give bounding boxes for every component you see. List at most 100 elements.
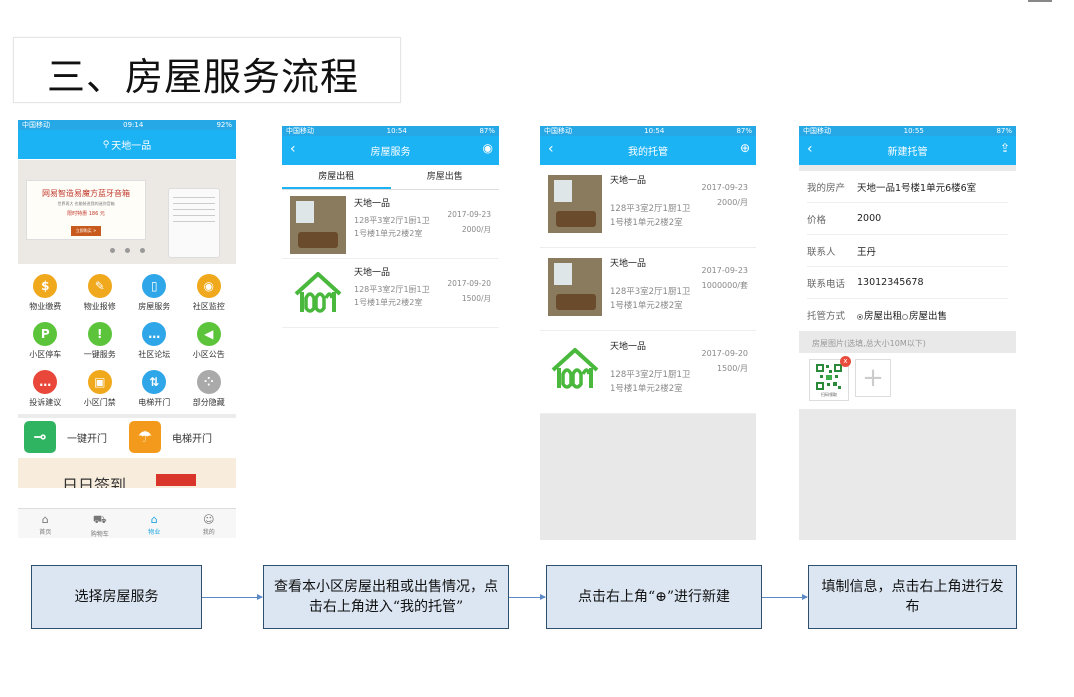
carrier: 中国移动 — [286, 127, 314, 135]
grid-item-label: 社区论坛 — [138, 350, 171, 359]
grid-item[interactable]: … 社区论坛 — [127, 322, 182, 360]
grid-item[interactable]: ✎ 物业报修 — [73, 274, 128, 312]
status-bar: 中国移动 10:55 87% — [799, 126, 1016, 136]
form-row: 我的房产 天地一品1号楼1单元6楼6室 — [807, 171, 1008, 203]
listing-list: 天地一品 128平3室2厅1厨1卫 1号楼1单元2楼2室 2017-09-23 2000… — [282, 190, 499, 328]
camera-icon: ◉ — [196, 274, 221, 298]
checkin-promo[interactable]: 日日签到 — [18, 458, 236, 488]
rent-sale-tabs: 房屋出租 房屋出售 — [282, 165, 499, 190]
ad-buy-button[interactable]: 立即购买 > — [70, 226, 102, 236]
qr-code-icon — [815, 362, 843, 391]
listing-price: 2000/月 — [461, 225, 491, 234]
hosting-form: 我的房产 天地一品1号楼1单元6楼6室 价格 2000 联系人 王丹 联系电话 1301234… — [799, 171, 1016, 331]
house-logo-icon — [551, 348, 599, 389]
nav-title: 我的托管 — [628, 147, 668, 158]
radio-label[interactable]: 房屋出售 — [909, 311, 947, 322]
nav-title: 房屋服务 — [370, 147, 411, 158]
location-pin-icon: ⚲ — [102, 139, 110, 150]
listing-info: 天地一品 128平3室2厅1厨1卫 1号楼1单元2楼2室 2017-09-23 2000… — [354, 196, 491, 258]
user-icon: ☺ — [203, 513, 215, 526]
grid-item[interactable]: P 小区停车 — [18, 322, 73, 360]
radio-button[interactable] — [857, 313, 863, 320]
back-chevron-icon[interactable]: ‹ — [290, 141, 296, 157]
ad-banner[interactable]: 网易智造易魔方蓝牙音箱 世界再大 也能装进我的迷你音箱 限时特惠 186 元 立… — [18, 160, 236, 264]
listing-price: 1500/月 — [461, 294, 491, 303]
listing-item[interactable]: 天地一品 128平3室2厅1厨1卫 1号楼1单元2楼2室 2017-09-20 1500… — [282, 259, 499, 328]
grid-item[interactable]: ◉ 社区监控 — [182, 274, 237, 312]
nav-bar: ‹ 房屋服务 ◉ — [282, 136, 499, 165]
field-label: 我的房产 — [807, 182, 846, 194]
back-chevron-icon[interactable]: ‹ — [807, 141, 813, 157]
phone-new-hosting: 中国移动 10:55 87% ‹ 新建托管 ⇪ 我的房产 天地一品1号楼1单元6楼… — [799, 126, 1016, 540]
location-bar[interactable]: ⚲ 天地一品 — [18, 130, 236, 159]
tab-property[interactable]: ⌂ 物业 — [127, 509, 182, 538]
listing-item[interactable]: 天地一品 128平3室2厅1厨1卫 1号楼1单元2楼2室 2017-09-23 1000… — [540, 248, 756, 331]
grid-item[interactable]: ▯ 房屋服务 — [127, 274, 182, 312]
listing-item[interactable]: 天地一品 128平3室2厅1厨1卫 1号楼1单元2楼2室 2017-09-23 2000… — [282, 190, 499, 259]
warning-icon: ! — [87, 322, 112, 346]
house-logo-icon — [294, 272, 342, 313]
field-value[interactable]: 2000 — [857, 213, 881, 224]
slide: 三、房屋服务流程 中国移动 09:14 92% ⚲ 天地一品 网易智造易魔方蓝牙… — [0, 0, 1074, 697]
listing-address: 1号楼1单元2楼2室 — [610, 218, 683, 228]
tab-rent[interactable]: 房屋出租 — [282, 165, 391, 189]
gate-icon: ▣ — [87, 370, 112, 394]
form-row: 价格 2000 — [807, 203, 1008, 235]
location-name: 天地一品 — [111, 141, 152, 152]
grid-item[interactable]: ! 一键服务 — [73, 322, 128, 360]
quick-action-label[interactable]: 一键开门 — [67, 430, 107, 445]
grid-item[interactable]: ▣ 小区门禁 — [73, 370, 128, 408]
photo-area: 扫码领取 x + — [799, 353, 1016, 409]
corner-decoration — [1028, 0, 1052, 2]
field-value[interactable]: 天地一品1号楼1单元6楼6室 — [857, 180, 976, 194]
listing-item[interactable]: 天地一品 128平3室2厅1厨1卫 1号楼1单元2楼2室 2017-09-23 2000… — [540, 165, 756, 248]
field-value[interactable]: 王丹 — [857, 244, 876, 258]
home-icon: ⌂ — [41, 513, 49, 526]
carousel-dots — [110, 248, 145, 253]
grid-item-label: 小区门禁 — [83, 398, 116, 407]
delete-image-icon[interactable]: x — [840, 356, 851, 367]
battery: 87% — [996, 127, 1012, 135]
tab-user[interactable]: ☺ 我的 — [182, 509, 237, 538]
tab-cart[interactable]: ⛟ 购物车 — [73, 509, 128, 538]
grid-item[interactable]: ◀ 小区公告 — [182, 322, 237, 360]
grid-item-label: 小区公告 — [192, 350, 225, 359]
profile-icon[interactable]: ◉ — [483, 141, 493, 155]
tab-label: 购物车 — [90, 531, 109, 538]
grid-item[interactable]: … 投诉建议 — [18, 370, 73, 408]
phone-my-hosting: 中国移动 10:54 87% ‹ 我的托管 ⊕ 天地一品 128平3室2厅1厨1卫… — [540, 126, 756, 540]
listing-info: 天地一品 128平3室2厅1厨1卫 1号楼1单元2楼2室 2017-09-20 1500… — [354, 265, 491, 327]
radio-label[interactable]: 房屋出租 — [864, 311, 902, 322]
grid-item-label: 小区停车 — [29, 350, 62, 359]
uploaded-qr-image[interactable]: 扫码领取 x — [809, 356, 851, 401]
parking-icon: P — [33, 322, 58, 346]
grid-item[interactable]: $ 物业缴费 — [18, 274, 73, 312]
umbrella-icon[interactable]: ☂ — [129, 421, 161, 453]
ad-subtitle: 世界再大 也能装进我的迷你音箱 — [57, 201, 115, 206]
quick-action-label[interactable]: 电梯开门 — [172, 430, 212, 445]
nav-title: 新建托管 — [887, 147, 928, 158]
qr-label: 扫码领取 — [821, 391, 837, 397]
service-grid: $ 物业缴费 ✎ 物业报修 ▯ 房屋服务 ◉ 社区监控 P 小区停车 ! 一键服务 … 社区论坛 ◀ 小区公告… — [18, 264, 236, 408]
slide-title: 三、房屋服务流程 — [47, 55, 360, 99]
radio-button[interactable] — [902, 313, 909, 320]
add-photo-button[interactable]: + — [855, 359, 891, 397]
status-bar: 中国移动 10:54 87% — [282, 126, 499, 136]
field-label: 价格 — [807, 214, 827, 226]
back-chevron-icon[interactable]: ‹ — [548, 141, 554, 157]
add-circle-icon[interactable]: ⊕ — [740, 141, 750, 155]
house-photo — [290, 196, 346, 254]
listing-info: 天地一品 128平3室2厅1厨1卫 1号楼1单元2楼2室 2017-09-23 2000… — [610, 173, 748, 247]
share-icon[interactable]: ⇪ — [1000, 141, 1010, 155]
elevator-icon: ⇅ — [142, 370, 167, 394]
photo-hint: 房屋图片(选填,总大小10M以下) — [812, 339, 926, 348]
tab-sale[interactable]: 房屋出售 — [391, 165, 500, 189]
clock: 10:55 — [903, 127, 924, 135]
grid-item[interactable]: ⁘ 部分隐藏 — [182, 370, 237, 408]
listing-date: 2017-09-20 — [447, 279, 491, 288]
key-icon[interactable]: ⊸ — [24, 421, 56, 453]
field-value[interactable]: 13012345678 — [857, 277, 924, 288]
tab-home[interactable]: ⌂ 首页 — [18, 509, 73, 538]
grid-item[interactable]: ⇅ 电梯开门 — [127, 370, 182, 408]
listing-item[interactable]: 天地一品 128平3室2厅1厨1卫 1号楼1单元2楼2室 2017-09-20 1500… — [540, 331, 756, 414]
